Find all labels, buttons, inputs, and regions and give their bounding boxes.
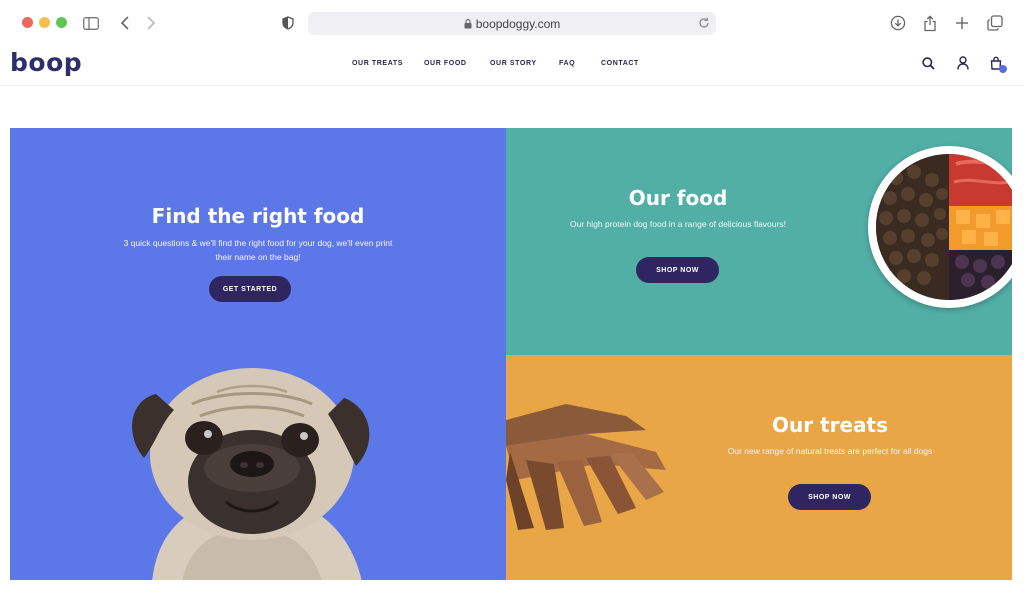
find-food-title: Find the right food — [151, 204, 365, 228]
reload-icon[interactable] — [698, 16, 710, 34]
back-icon[interactable] — [114, 12, 136, 34]
our-treats-title: Our treats — [771, 413, 888, 437]
our-food-panel: Our food Our high protein dog food in a … — [506, 128, 1012, 355]
nav-faq[interactable]: FAQ — [559, 60, 575, 67]
our-food-title: Our food — [628, 186, 728, 210]
browser-toolbar: boopdoggy.com — [0, 0, 1024, 44]
site-header: boop OUR TREATS OUR FOOD OUR STORY FAQ C… — [0, 44, 1024, 86]
share-icon[interactable] — [919, 12, 941, 34]
shop-treats-button[interactable]: SHOP NOW — [788, 484, 871, 510]
our-treats-panel: Our treats Our new range of natural trea… — [506, 355, 1012, 580]
find-food-panel: Find the right food 3 quick questions & … — [10, 128, 506, 580]
forward-icon[interactable] — [140, 12, 162, 34]
nav-contact[interactable]: CONTACT — [601, 60, 639, 67]
boop-logo[interactable]: boop — [10, 48, 82, 77]
food-bowl-photo — [868, 146, 1012, 308]
new-tab-icon[interactable] — [951, 12, 973, 34]
shop-food-button[interactable]: SHOP NOW — [636, 257, 719, 283]
pug-photo — [132, 368, 370, 580]
address-bar[interactable]: boopdoggy.com — [308, 12, 716, 35]
our-treats-text: Our new range of natural treats are perf… — [727, 446, 933, 456]
url-text: boopdoggy.com — [475, 17, 561, 31]
search-icon[interactable] — [919, 54, 937, 72]
minimize-window-button[interactable] — [39, 17, 50, 28]
cart-badge — [999, 65, 1007, 73]
account-icon[interactable] — [954, 54, 972, 72]
tab-overview-icon[interactable] — [984, 12, 1006, 34]
our-food-text: Our high protein dog food in a range of … — [570, 219, 786, 229]
nav-our-story[interactable]: OUR STORY — [490, 60, 537, 67]
downloads-icon[interactable] — [887, 12, 909, 34]
privacy-shield-icon[interactable] — [277, 12, 299, 34]
lock-icon — [464, 18, 472, 32]
get-started-button[interactable]: GET STARTED — [209, 276, 291, 302]
zoom-window-button[interactable] — [56, 17, 67, 28]
sidebar-toggle-icon[interactable] — [80, 12, 102, 34]
find-food-text: 3 quick questions & we'll find the right… — [123, 238, 393, 262]
treats-photo — [506, 404, 666, 530]
close-window-button[interactable] — [22, 17, 33, 28]
nav-our-treats[interactable]: OUR TREATS — [352, 60, 403, 67]
nav-our-food[interactable]: OUR FOOD — [424, 60, 467, 67]
cart-icon[interactable] — [987, 54, 1007, 73]
